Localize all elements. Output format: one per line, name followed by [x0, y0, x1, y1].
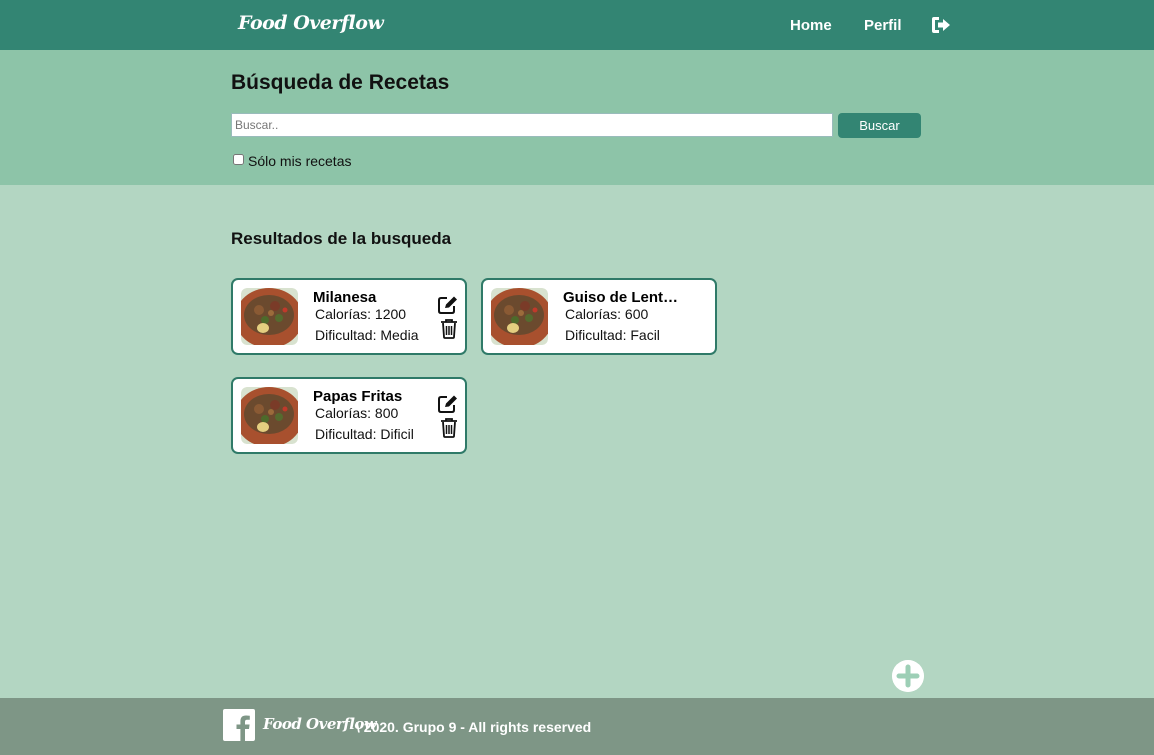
- recipe-image: [241, 387, 298, 444]
- recipe-difficulty: Dificultad: Media: [315, 327, 419, 343]
- facebook-icon[interactable]: [223, 709, 255, 741]
- recipe-difficulty: Dificultad: Dificil: [315, 426, 414, 442]
- recipe-name[interactable]: Milanesa: [313, 289, 433, 306]
- recipe-card[interactable]: Papas Fritas Calorías: 800 Dificultad: D…: [231, 377, 467, 454]
- footer-copyright: \ 2020. Grupo 9 - All rights reserved: [356, 719, 592, 735]
- results-title: Resultados de la busqueda: [231, 229, 452, 248]
- edit-icon[interactable]: [437, 295, 459, 315]
- navbar: Food Overflow Home Perfil: [0, 0, 1154, 50]
- only-mine-label: Sólo mis recetas: [248, 153, 352, 169]
- recipe-image: [241, 288, 298, 345]
- recipe-card[interactable]: Guiso de Lentejas Calorías: 600 Dificult…: [481, 278, 717, 355]
- recipe-difficulty: Dificultad: Facil: [565, 327, 660, 343]
- trash-icon[interactable]: [440, 318, 458, 339]
- recipe-name[interactable]: Papas Fritas: [313, 388, 433, 405]
- recipe-calories: Calorías: 1200: [315, 306, 407, 322]
- trash-icon[interactable]: [440, 417, 458, 438]
- nav-perfil-link[interactable]: Perfil: [864, 17, 902, 34]
- sign-out-icon[interactable]: [930, 14, 952, 36]
- search-button[interactable]: Buscar: [838, 113, 921, 138]
- only-mine-checkbox[interactable]: [233, 154, 244, 165]
- nav-home-link[interactable]: Home: [790, 17, 832, 34]
- footer: Food Overflow \ 2020. Grupo 9 - All righ…: [0, 698, 1154, 755]
- brand-logo[interactable]: Food Overflow: [238, 12, 384, 34]
- recipe-calories: Calorías: 800: [315, 405, 399, 421]
- edit-icon[interactable]: [437, 394, 459, 414]
- recipe-image: [491, 288, 548, 345]
- search-input[interactable]: [231, 113, 833, 137]
- recipe-name[interactable]: Guiso de Lentejas: [563, 289, 683, 306]
- recipe-calories: Calorías: 600: [565, 306, 649, 322]
- add-recipe-button[interactable]: [892, 660, 924, 692]
- recipe-card[interactable]: Milanesa Calorías: 1200 Dificultad: Medi…: [231, 278, 467, 355]
- page-title: Búsqueda de Recetas: [231, 71, 450, 94]
- search-panel: Búsqueda de Recetas Buscar Sólo mis rece…: [0, 50, 1154, 185]
